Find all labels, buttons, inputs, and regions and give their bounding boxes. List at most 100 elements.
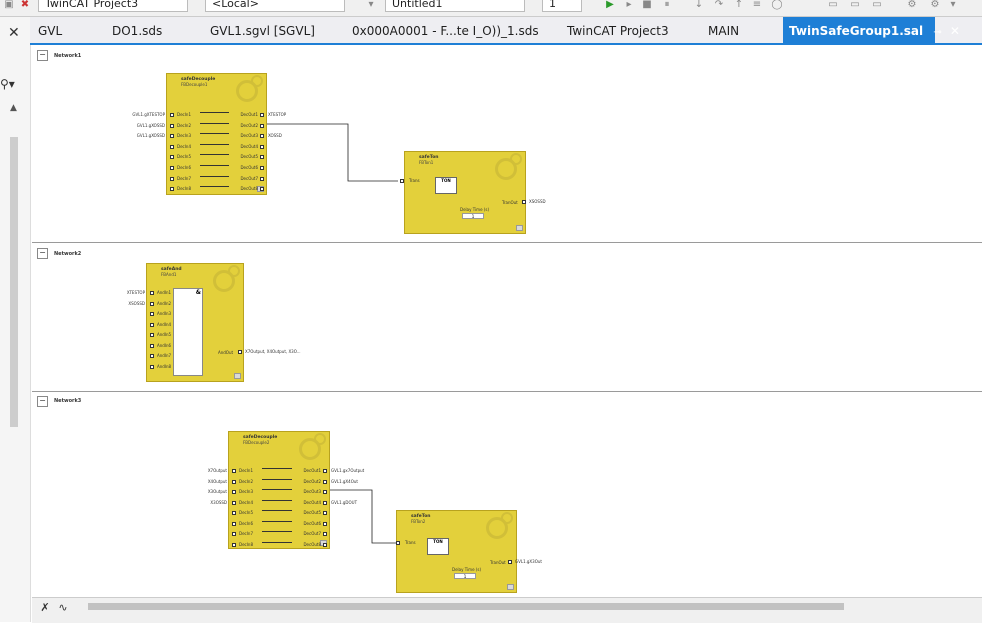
dropdown-arrow-icon[interactable]: ▾ [364, 0, 378, 11]
wire-tool-button[interactable]: ∿ [56, 601, 70, 615]
stop-icon[interactable]: ■ [640, 0, 654, 11]
pin-out[interactable] [323, 500, 327, 505]
collapse-network2-button[interactable]: − [37, 248, 48, 259]
step-into-icon[interactable]: ↓ [692, 0, 706, 11]
pin-out[interactable] [323, 511, 327, 515]
pin-in[interactable] [170, 187, 174, 192]
pin-in[interactable] [232, 500, 236, 505]
pin-out[interactable] [323, 542, 327, 547]
pin-in[interactable] [170, 176, 174, 181]
pin-in[interactable] [232, 532, 236, 536]
watch-icon[interactable]: ◯ [770, 0, 784, 11]
port-trans: Trans [409, 178, 420, 183]
window2-icon[interactable]: ▭ [848, 0, 862, 11]
project-dropdown[interactable]: TwinCAT Project3 [38, 0, 188, 12]
search-icon[interactable]: ⚲▾ [0, 77, 15, 91]
pin-in[interactable] [150, 301, 154, 306]
tab-project3[interactable]: TwinCAT Project3 [567, 17, 669, 43]
pin-in[interactable] [232, 479, 236, 484]
pin-in[interactable] [170, 166, 174, 170]
pin-out[interactable] [323, 521, 327, 526]
pin-andout[interactable] [238, 350, 242, 354]
expand-icon[interactable] [234, 373, 241, 379]
vertical-scrollbar[interactable] [10, 137, 18, 427]
window3-icon[interactable]: ▭ [870, 0, 884, 11]
pin-trans[interactable] [396, 541, 400, 545]
tab-io-sds[interactable]: 0x000A0001 - F...te I_O))_1.sds [352, 17, 539, 43]
pin-in[interactable] [170, 155, 174, 160]
zoom-field[interactable]: 1 [542, 0, 582, 12]
pin-icon[interactable]: ⊸ [933, 27, 941, 38]
fb-instance: FBTon1 [419, 160, 434, 165]
gear-alt-icon[interactable]: ⚙ [928, 0, 942, 11]
activate-icon[interactable]: ✖ [18, 0, 32, 11]
pin-tranout[interactable] [508, 560, 512, 564]
run-icon[interactable]: ▶ [603, 0, 617, 11]
tab-do1-sds[interactable]: DO1.sds [112, 17, 162, 43]
pin-out[interactable] [323, 532, 327, 536]
breakpoint-icon[interactable]: ≡ [750, 0, 764, 11]
port-in: DecIn4 [177, 143, 191, 149]
editor-canvas[interactable]: − Network1 safeDecouple FBDecouple1 safe… [32, 45, 982, 597]
pin-in[interactable] [170, 144, 174, 149]
pin-in[interactable] [232, 521, 236, 526]
step-over-icon[interactable]: ↷ [712, 0, 726, 11]
fb-ton2[interactable]: safeTon FBTon2 TON Delay Time (s) 1 [396, 510, 517, 593]
pin-in[interactable] [150, 322, 154, 327]
pin-out[interactable] [260, 123, 264, 128]
pin-in[interactable] [232, 469, 236, 473]
expand-icon[interactable] [507, 584, 514, 590]
document-dropdown[interactable]: Untitled1 [385, 0, 525, 12]
tab-twinsafegroup1[interactable]: TwinSafeGroup1.sal ⊸ ✕ [783, 17, 960, 43]
pin-in[interactable] [150, 291, 154, 295]
pin-in[interactable] [170, 123, 174, 128]
tab-gvl[interactable]: GVL [38, 17, 62, 43]
pin-out[interactable] [323, 490, 327, 494]
pin-out[interactable] [260, 187, 264, 192]
open-icon[interactable]: ▣ [2, 0, 16, 11]
step-out-icon[interactable]: ↑ [732, 0, 746, 11]
fb-ton1[interactable]: safeTon FBTon1 TON Delay Time (s) 1 [404, 151, 526, 234]
var-gx3out: GVL1.gX3Out [515, 559, 542, 564]
pause-icon[interactable]: ⏸ [660, 0, 674, 11]
wire-mark [262, 498, 292, 501]
pin-in[interactable] [150, 312, 154, 316]
close-panel-button[interactable]: ✕ [8, 25, 20, 41]
pin-out[interactable] [260, 134, 264, 139]
collapse-network1-button[interactable]: − [37, 50, 48, 61]
pin-out[interactable] [260, 113, 264, 117]
pin-tranout[interactable] [522, 200, 526, 204]
target-dropdown[interactable]: <Local> [205, 0, 345, 12]
pin-out[interactable] [323, 469, 327, 473]
edit-tool-button[interactable]: ✗ [38, 601, 52, 615]
pin-in[interactable] [150, 343, 154, 348]
pin-in[interactable] [232, 490, 236, 494]
delay-value[interactable]: 1 [462, 213, 484, 219]
pin-out[interactable] [323, 479, 327, 484]
pin-in[interactable] [170, 113, 174, 117]
step-icon[interactable]: ▸ [622, 0, 636, 11]
collapse-network3-button[interactable]: − [37, 396, 48, 407]
pin-out[interactable] [260, 144, 264, 149]
pin-in[interactable] [150, 354, 154, 358]
pin-in[interactable] [150, 333, 154, 337]
pin-in[interactable] [232, 542, 236, 547]
tab-main[interactable]: MAIN [708, 17, 739, 43]
window1-icon[interactable]: ▭ [826, 0, 840, 11]
tab-gvl1-sgvl[interactable]: GVL1.sgvl [SGVL] [210, 17, 315, 43]
close-tab-icon[interactable]: ✕ [950, 24, 960, 38]
pin-trans[interactable] [400, 179, 404, 183]
more-icon[interactable]: ▾ [946, 0, 960, 11]
settings-icon[interactable]: ⚙ [905, 0, 919, 11]
pin-in[interactable] [170, 134, 174, 139]
horizontal-scrollbar[interactable] [88, 603, 844, 610]
expand-icon[interactable] [516, 225, 523, 231]
var-out: GVL1.gDOUT [331, 499, 358, 505]
pin-out[interactable] [260, 176, 264, 181]
pin-in[interactable] [232, 511, 236, 515]
pin-in[interactable] [150, 364, 154, 369]
scroll-up-icon[interactable]: ▲ [10, 103, 17, 113]
delay-value[interactable]: 1 [454, 573, 476, 579]
pin-out[interactable] [260, 155, 264, 160]
pin-out[interactable] [260, 166, 264, 170]
